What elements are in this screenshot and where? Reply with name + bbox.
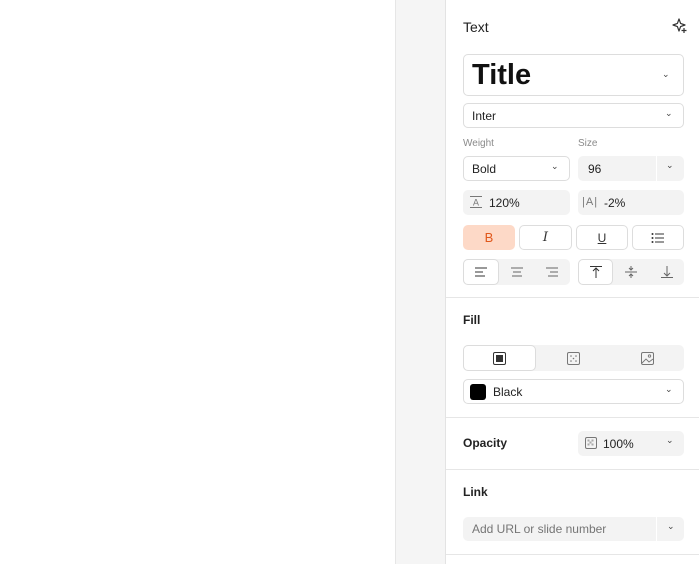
opacity-icon	[585, 437, 597, 449]
opacity-section-title: Opacity	[463, 436, 508, 450]
chevron-down-icon[interactable]: ⌄	[666, 435, 674, 446]
line-height-field[interactable]: A 120%	[463, 190, 570, 215]
properties-panel: Text Title ⌄ Inter ⌄ Weight Size Bold ⌄ …	[445, 0, 699, 564]
opacity-value: 100%	[603, 437, 634, 451]
font-size-divider	[656, 156, 657, 181]
font-family-value: Inter	[472, 109, 497, 123]
list-button[interactable]	[632, 225, 684, 250]
link-field: ⌄	[463, 517, 684, 541]
canvas-gutter	[395, 0, 445, 564]
fill-type-group	[463, 345, 684, 371]
align-center-button[interactable]	[499, 259, 534, 285]
color-swatch	[470, 384, 486, 400]
align-left-icon	[475, 267, 487, 277]
image-fill-icon	[640, 351, 654, 365]
opacity-field[interactable]: 100% ⌄	[578, 431, 684, 456]
underline-label: U	[597, 230, 607, 245]
text-style-preset-select[interactable]: Title ⌄	[463, 54, 684, 96]
fill-color-value: Black	[493, 385, 523, 399]
chevron-down-icon[interactable]: ⌄	[666, 160, 674, 171]
chevron-down-icon: ⌄	[665, 384, 673, 394]
svg-text:A: A	[473, 199, 480, 209]
fill-section: Fill Black ⌄	[446, 298, 699, 418]
opacity-section: Opacity 100% ⌄	[446, 418, 699, 470]
solid-fill-icon	[493, 351, 506, 365]
align-bottom-icon	[660, 266, 673, 278]
align-left-button[interactable]	[463, 259, 499, 285]
font-size-field[interactable]: 96 ⌄	[578, 156, 684, 181]
font-size-value: 96	[588, 162, 602, 176]
bold-label: B	[484, 230, 494, 245]
italic-button[interactable]: I	[519, 225, 572, 250]
size-label: Size	[578, 138, 598, 149]
align-middle-icon	[625, 266, 637, 278]
align-center-icon	[510, 267, 523, 277]
fill-section-title: Fill	[463, 313, 481, 327]
letter-spacing-field[interactable]: |A| -2%	[578, 190, 684, 215]
chevron-down-icon[interactable]: ⌄	[667, 521, 675, 532]
italic-label: I	[542, 230, 549, 245]
font-weight-value: Bold	[472, 162, 497, 176]
align-top-icon	[589, 266, 602, 278]
fill-pattern-button[interactable]	[536, 345, 610, 371]
pattern-fill-icon	[566, 351, 580, 365]
line-height-value: 120%	[489, 196, 520, 210]
link-url-input[interactable]	[463, 517, 656, 541]
text-section: Text Title ⌄ Inter ⌄ Weight Size Bold ⌄ …	[446, 0, 699, 298]
chevron-down-icon: ⌄	[662, 69, 670, 79]
vertical-align-group	[578, 259, 684, 285]
font-weight-select[interactable]: Bold ⌄	[463, 156, 570, 181]
line-height-icon: A	[469, 195, 483, 209]
align-middle-button[interactable]	[613, 259, 649, 285]
bold-button[interactable]: B	[463, 225, 515, 250]
list-icon	[651, 232, 665, 244]
ai-sparkle-icon[interactable]	[671, 17, 689, 35]
weight-label: Weight	[463, 138, 494, 149]
text-style-preset-value: Title	[472, 59, 532, 91]
align-right-button[interactable]	[534, 259, 570, 285]
link-section: Link ⌄	[446, 470, 699, 555]
slide-canvas[interactable]	[0, 0, 395, 564]
fill-color-select[interactable]: Black ⌄	[463, 379, 684, 404]
link-section-title: Link	[463, 485, 488, 499]
fill-image-button[interactable]	[610, 345, 684, 371]
chevron-down-icon: ⌄	[665, 108, 673, 118]
underline-button[interactable]: U	[576, 225, 628, 250]
font-family-select[interactable]: Inter ⌄	[463, 103, 684, 128]
link-field-divider	[656, 517, 657, 541]
fill-solid-button[interactable]	[463, 345, 536, 371]
text-section-title: Text	[463, 19, 489, 35]
horizontal-align-group	[463, 259, 570, 285]
align-right-icon	[546, 267, 558, 277]
align-top-button[interactable]	[578, 259, 613, 285]
letter-spacing-value: -2%	[604, 196, 626, 210]
align-bottom-button[interactable]	[649, 259, 684, 285]
chevron-down-icon: ⌄	[551, 161, 559, 171]
letter-spacing-icon: |A|	[582, 196, 599, 208]
